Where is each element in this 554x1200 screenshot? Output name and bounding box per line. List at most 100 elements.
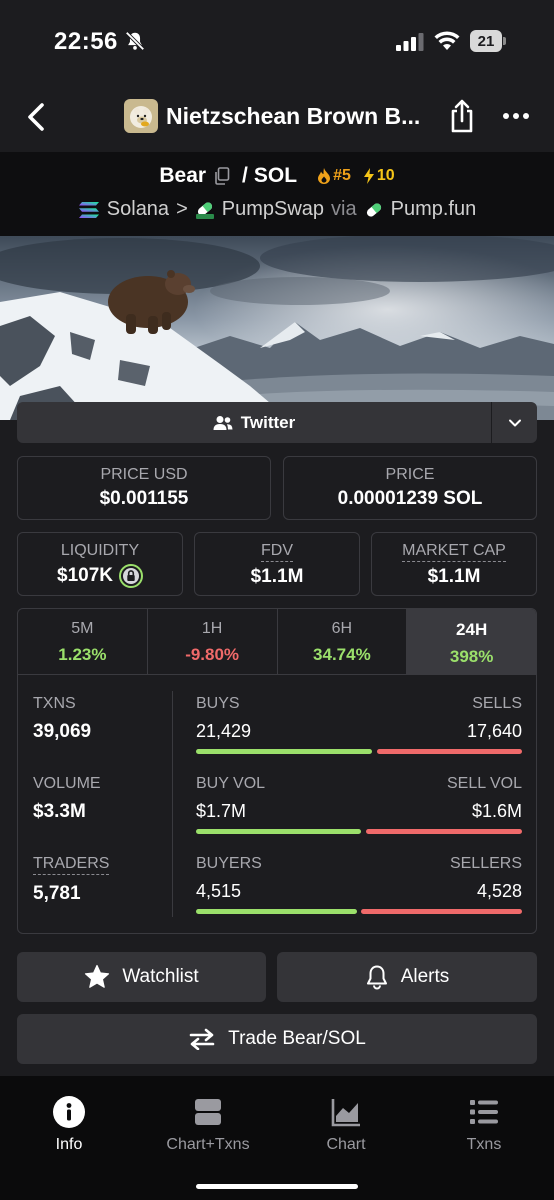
info-icon bbox=[53, 1096, 85, 1128]
txns-stat: TXNS 39,069 bbox=[33, 695, 91, 743]
tab-chart-txns[interactable]: Chart+Txns bbox=[148, 1096, 268, 1154]
price-sol-box: PRICE 0.00001239 SOL bbox=[283, 456, 537, 520]
trending-rank: #5 bbox=[333, 167, 351, 184]
chevron-right: > bbox=[176, 198, 188, 220]
pair-header: Bear / SOL #5 10 Solana > PumpSwap via P… bbox=[0, 152, 554, 236]
tab-label: 24H bbox=[456, 620, 488, 639]
tab-label: 1H bbox=[201, 620, 223, 637]
battery-level: 21 bbox=[470, 30, 502, 52]
tab-txns[interactable]: Txns bbox=[424, 1096, 544, 1154]
copy-icon[interactable] bbox=[214, 167, 230, 185]
chevron-down-icon bbox=[508, 419, 521, 426]
twitter-button[interactable]: Twitter bbox=[17, 402, 491, 443]
chain-link[interactable]: Solana bbox=[107, 198, 169, 221]
share-icon[interactable] bbox=[448, 98, 476, 134]
price-sol-label: PRICE bbox=[385, 466, 435, 483]
swap-arrows-icon bbox=[189, 1028, 215, 1050]
price-change-6h: 34.74% bbox=[313, 645, 371, 664]
market-cap-value: $1.1M bbox=[427, 566, 481, 587]
tab-1h[interactable]: 1H -9.80% bbox=[148, 609, 278, 674]
quote-token-symbol: SOL bbox=[253, 164, 298, 187]
liquidity-value: $107K bbox=[57, 565, 113, 586]
tab-label: Chart bbox=[326, 1136, 366, 1153]
tab-label: 6H bbox=[331, 620, 353, 637]
buys-sells-row: BUYS SELLS 21,429 17,640 bbox=[196, 695, 522, 754]
price-usd-label: PRICE USD bbox=[100, 466, 188, 483]
price-change-5m: 1.23% bbox=[58, 645, 107, 664]
price-change-24h: 398% bbox=[449, 647, 494, 666]
fire-icon bbox=[318, 168, 331, 184]
more-options-icon[interactable] bbox=[502, 110, 530, 122]
tab-chart[interactable]: Chart bbox=[286, 1096, 406, 1154]
watchlist-label: Watchlist bbox=[122, 966, 199, 987]
users-icon bbox=[213, 415, 233, 430]
price-usd-box: PRICE USD $0.001155 bbox=[17, 456, 271, 520]
trade-button[interactable]: Trade Bear/SOL bbox=[17, 1014, 537, 1064]
bell-icon bbox=[366, 965, 387, 990]
pair-line: Bear / SOL #5 10 bbox=[0, 164, 554, 188]
buys-value: 21,429 bbox=[196, 721, 252, 741]
silent-bell-icon bbox=[125, 31, 145, 51]
social-links-bar: Twitter bbox=[17, 402, 537, 443]
nav-header: Nietzschean Brown B... bbox=[0, 82, 554, 152]
lock-icon[interactable] bbox=[119, 564, 143, 588]
split-view-icon bbox=[195, 1099, 221, 1125]
pumpswap-icon bbox=[195, 201, 214, 219]
traders-label[interactable]: TRADERS bbox=[33, 855, 110, 875]
home-indicator bbox=[196, 1184, 358, 1189]
market-cap-label[interactable]: MARKET CAP bbox=[402, 542, 506, 562]
txns-label: TXNS bbox=[33, 695, 76, 712]
token-banner-image bbox=[0, 236, 554, 420]
tab-label: Chart+Txns bbox=[166, 1136, 250, 1153]
volume-ratio-bar bbox=[196, 829, 522, 834]
cellular-signal-icon bbox=[396, 33, 424, 51]
stats-body: TXNS 39,069 VOLUME $3.3M TRADERS 5,781 B… bbox=[18, 675, 536, 933]
area-chart-icon bbox=[331, 1099, 360, 1127]
buyers-value: 4,515 bbox=[196, 881, 242, 901]
list-icon bbox=[470, 1100, 498, 1124]
price-sol-value: 0.00001239 SOL bbox=[337, 488, 483, 509]
tab-5m[interactable]: 5M 1.23% bbox=[18, 609, 148, 674]
pair-separator: / bbox=[242, 164, 248, 187]
tab-label: Info bbox=[55, 1136, 83, 1153]
socials-dropdown-button[interactable] bbox=[491, 402, 537, 443]
watchlist-button[interactable]: Watchlist bbox=[17, 952, 266, 1002]
traders-value: 5,781 bbox=[33, 883, 81, 904]
alerts-label: Alerts bbox=[400, 966, 450, 987]
status-bar: 22:56 21 bbox=[0, 0, 554, 82]
sells-label: SELLS bbox=[472, 695, 522, 712]
traders-ratio-bar bbox=[196, 909, 522, 914]
tab-6h[interactable]: 6H 34.74% bbox=[278, 609, 408, 674]
tab-label: 5M bbox=[71, 620, 94, 637]
price-change-1h: -9.80% bbox=[185, 645, 240, 664]
price-usd-value: $0.001155 bbox=[99, 488, 189, 509]
volume-value: $3.3M bbox=[33, 801, 86, 822]
timeframe-tabs: 5M 1.23% 1H -9.80% 6H 34.74% 24H 398% bbox=[18, 609, 536, 675]
liquidity-box: LIQUIDITY $107K bbox=[17, 532, 183, 596]
wifi-icon bbox=[434, 31, 460, 50]
txns-value: 39,069 bbox=[33, 721, 92, 742]
token-avatar bbox=[124, 99, 158, 133]
twitter-label: Twitter bbox=[240, 412, 296, 432]
clock: 22:56 bbox=[54, 28, 118, 55]
sell-vol-label: SELL VOL bbox=[446, 775, 522, 792]
fdv-box: FDV $1.1M bbox=[194, 532, 360, 596]
boost-count: 10 bbox=[376, 167, 395, 184]
alerts-button[interactable]: Alerts bbox=[277, 952, 537, 1002]
tab-info[interactable]: Info bbox=[9, 1096, 129, 1154]
volume-label: VOLUME bbox=[33, 775, 101, 792]
pumpfun-icon bbox=[366, 202, 381, 217]
trending-rank-badge[interactable]: #5 bbox=[317, 167, 351, 185]
tab-24h[interactable]: 24H 398% bbox=[407, 609, 536, 674]
back-arrow-icon[interactable] bbox=[24, 101, 50, 133]
sell-vol-value: $1.6M bbox=[471, 801, 522, 821]
via-text: via bbox=[331, 198, 357, 220]
boost-badge[interactable]: 10 bbox=[363, 167, 395, 185]
buys-sells-ratio-bar bbox=[196, 749, 522, 754]
sellers-value: 4,528 bbox=[476, 881, 522, 901]
dex-link[interactable]: PumpSwap bbox=[222, 198, 324, 221]
fdv-label[interactable]: FDV bbox=[261, 542, 293, 562]
base-token-symbol: Bear bbox=[159, 164, 207, 187]
buyers-sellers-row: BUYERS SELLERS 4,515 4,528 bbox=[196, 855, 522, 914]
launchpad-link[interactable]: Pump.fun bbox=[391, 198, 477, 221]
